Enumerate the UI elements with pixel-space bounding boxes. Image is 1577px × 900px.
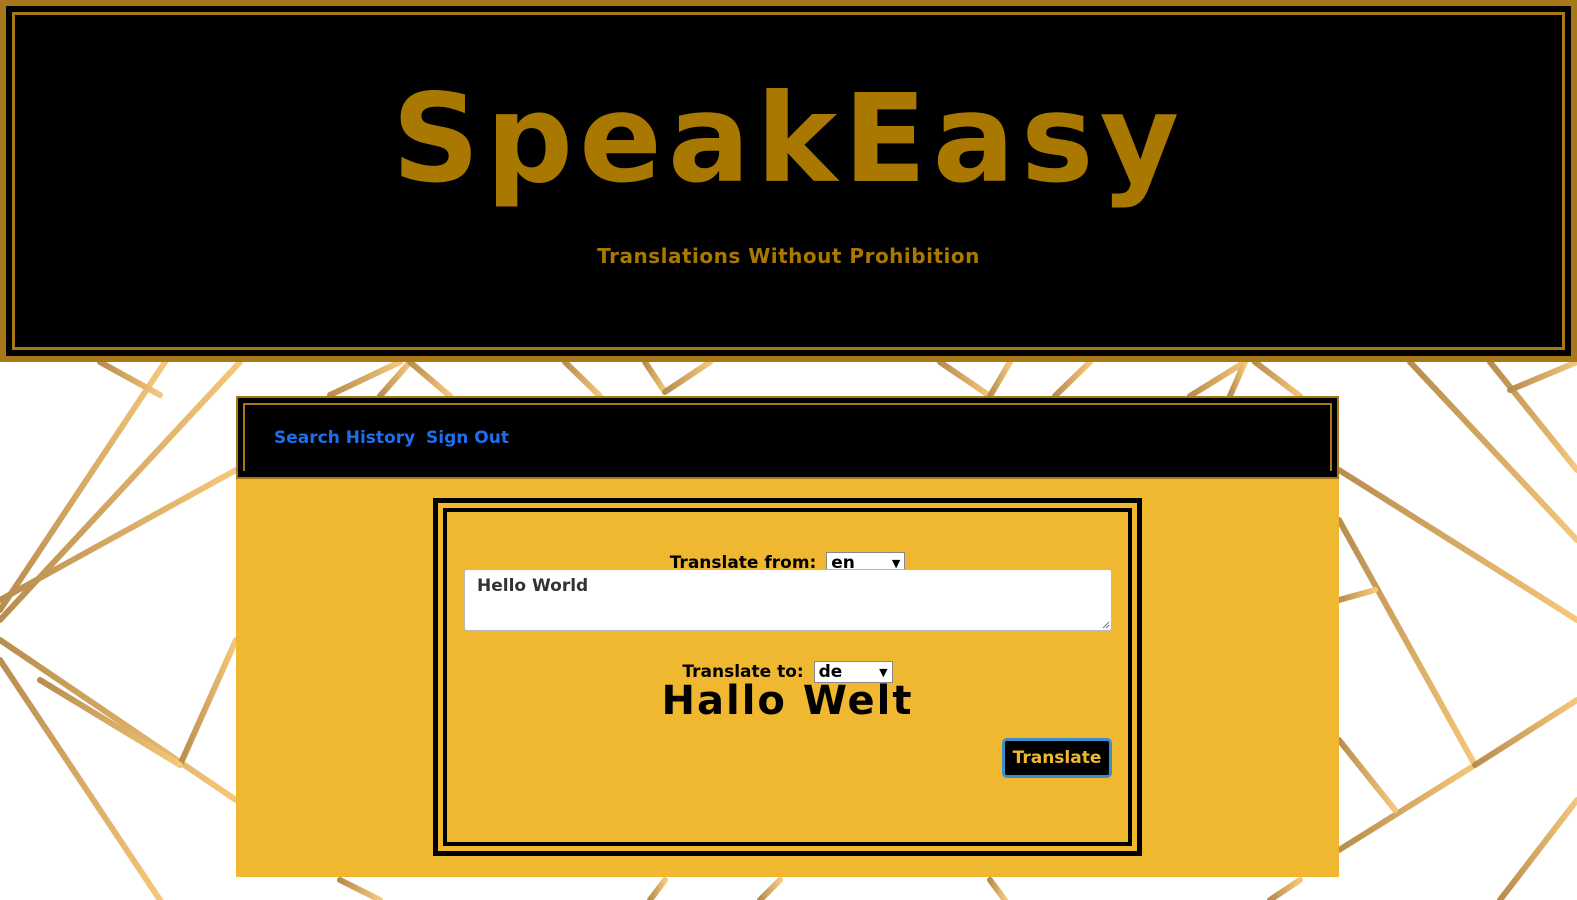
source-text-value: Hello World [477, 576, 589, 596]
site-header: SpeakEasy Translations Without Prohibiti… [0, 0, 1577, 362]
nav-search-history-link[interactable]: Search History [274, 428, 415, 448]
resize-handle-icon[interactable] [1101, 620, 1110, 629]
translate-card: Translate from: en ▼ Hello World Transla… [433, 498, 1142, 856]
source-text-input[interactable]: Hello World [464, 569, 1112, 631]
tagline: Translations Without Prohibition [597, 244, 980, 268]
main-panel: Search History Sign Out Translate from: … [236, 396, 1339, 877]
translate-card-inner-border: Translate from: en ▼ Hello World Transla… [443, 508, 1132, 846]
nav-sign-out-link[interactable]: Sign Out [426, 428, 509, 448]
brand-logo-text: SpeakEasy [391, 68, 1186, 210]
navbar: Search History Sign Out [236, 396, 1339, 479]
translate-button[interactable]: Translate [1002, 738, 1112, 778]
translation-output: Hallo Welt [661, 678, 914, 724]
